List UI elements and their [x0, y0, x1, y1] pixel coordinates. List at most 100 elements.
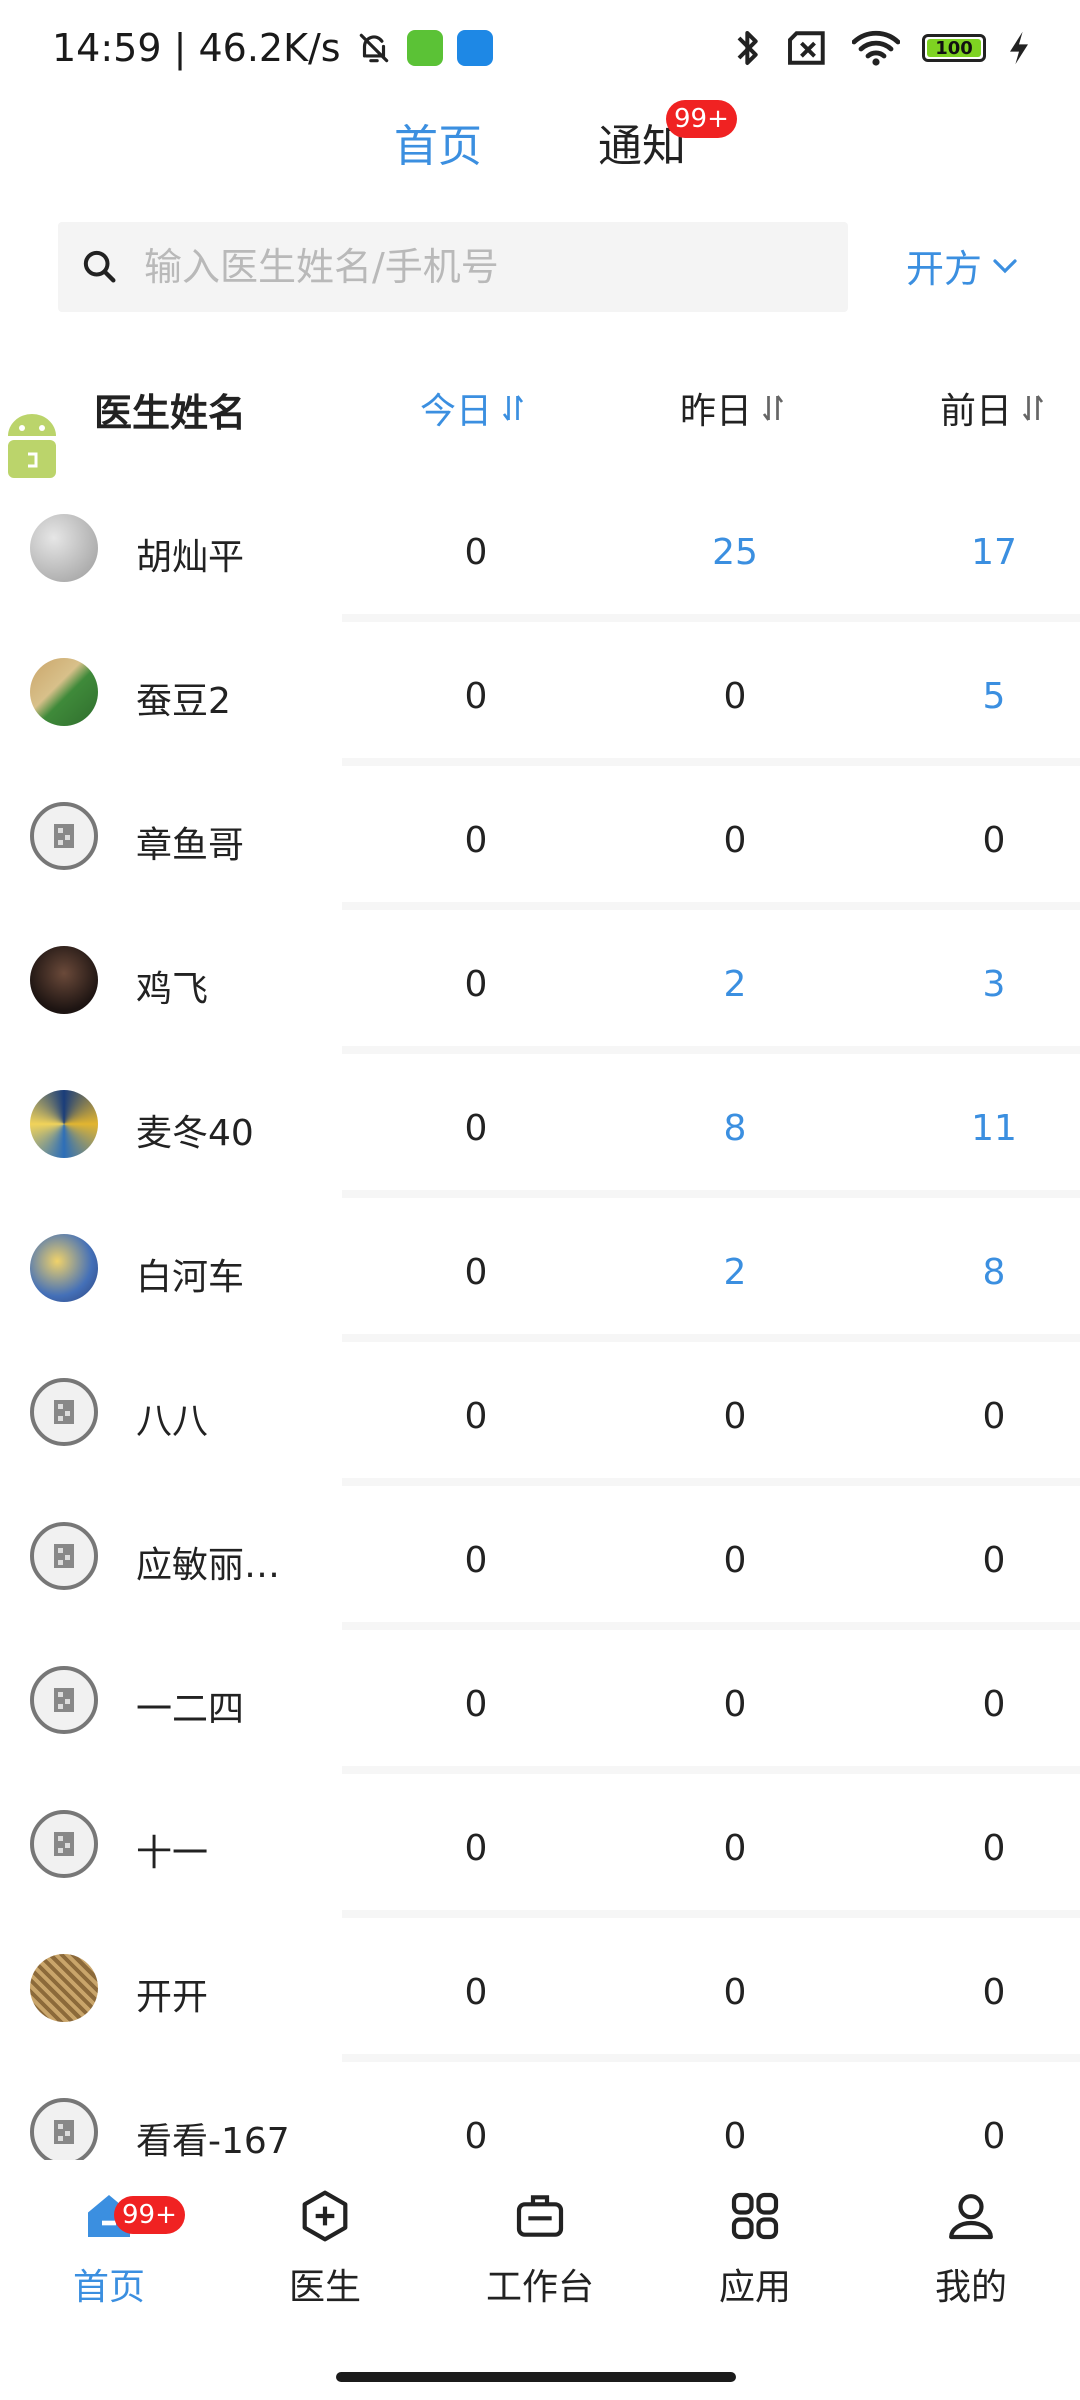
day-before-count[interactable]: 3	[934, 964, 1054, 1005]
day-before-count[interactable]: 5	[934, 676, 1054, 717]
tab-home[interactable]: 首页	[394, 110, 482, 174]
today-count: 0	[464, 1540, 488, 1581]
row-divider	[342, 1622, 1080, 1630]
table-row[interactable]: 白河车 0 2 8	[0, 1198, 1080, 1342]
table-row[interactable]: 麦冬40 0 8 11	[0, 1054, 1080, 1198]
doctor-name: 鸡飞	[136, 969, 209, 1010]
header-yesterday[interactable]: 昨日	[680, 382, 786, 434]
day-before-count[interactable]: 11	[934, 1108, 1054, 1149]
yesterday-count: 0	[723, 1972, 747, 2013]
prescribe-label: 开方	[906, 247, 983, 291]
nav-workbench[interactable]: 工作台	[465, 2188, 615, 2310]
top-tabs: 首页 通知 99+	[0, 100, 1080, 190]
home-indicator	[336, 2372, 736, 2382]
nav-apps[interactable]: 应用	[680, 2188, 830, 2310]
user-icon	[949, 2194, 993, 2240]
wifi-icon	[852, 30, 900, 66]
yesterday-count: 0	[723, 676, 747, 717]
day-before-count: 0	[982, 1972, 1006, 2013]
avatar	[30, 802, 98, 870]
header-day-before[interactable]: 前日	[940, 382, 1046, 434]
nav-home-label: 首页	[72, 2267, 145, 2308]
nav-home-badge: 99+	[114, 2196, 185, 2234]
day-before-count: 0	[982, 1684, 1006, 1725]
avatar	[30, 1090, 98, 1158]
table-row[interactable]: 八八 0 0 0	[0, 1342, 1080, 1486]
doctor-name: 一二四	[136, 1689, 245, 1730]
status-bar: 14:59 | 46.2K/s 100	[0, 0, 1080, 100]
table-row[interactable]: 章鱼哥 0 0 0	[0, 766, 1080, 910]
table-row[interactable]: 蚕豆2 0 0 5	[0, 622, 1080, 766]
doctor-name: 蚕豆2	[136, 681, 231, 722]
row-divider	[342, 1334, 1080, 1342]
yesterday-count: 0	[723, 820, 747, 861]
today-count: 0	[464, 1684, 488, 1725]
doctor-table: 胡灿平 0 25 17 蚕豆2 0 0 5 章鱼哥 0 0 0 鸡飞 0 2 3 麦冬40 0 8 11 白河车 0 2 8 八…	[0, 478, 1080, 2206]
table-row[interactable]: 开开 0 0 0	[0, 1918, 1080, 2062]
day-before-count: 0	[982, 1540, 1006, 1581]
nav-doctors-label: 医生	[288, 2267, 361, 2308]
yesterday-count[interactable]: 25	[675, 532, 795, 573]
today-count: 0	[464, 1828, 488, 1869]
battery-icon: 100	[922, 34, 986, 62]
avatar	[30, 2098, 98, 2166]
doctor-name: 看看-167	[136, 2121, 290, 2162]
briefcase-icon	[516, 2195, 564, 2237]
header-yesterday-label: 昨日	[680, 391, 753, 432]
doctor-name: 开开	[136, 1977, 209, 2018]
table-row[interactable]: 十一 0 0 0	[0, 1774, 1080, 1918]
table-row[interactable]: 一二四 0 0 0	[0, 1630, 1080, 1774]
today-count: 0	[464, 1252, 488, 1293]
table-row[interactable]: 胡灿平 0 25 17	[0, 478, 1080, 622]
header-doctor-name: 医生姓名	[94, 391, 247, 435]
row-divider	[342, 1478, 1080, 1486]
day-before-count[interactable]: 17	[934, 532, 1054, 573]
day-before-count: 0	[982, 2116, 1006, 2157]
today-count: 0	[464, 2116, 488, 2157]
prescribe-dropdown[interactable]: 开方	[906, 238, 1020, 293]
doctor-name: 应敏丽…	[136, 1545, 281, 1586]
day-before-count: 0	[982, 820, 1006, 861]
day-before-count: 0	[982, 1396, 1006, 1437]
avatar	[30, 1954, 98, 2022]
bluetooth-icon	[737, 31, 758, 65]
doctor-name: 麦冬40	[136, 1113, 254, 1154]
yesterday-count[interactable]: 2	[675, 1252, 795, 1293]
sort-icon	[502, 395, 524, 421]
app-notification-icon	[406, 30, 443, 66]
yesterday-count[interactable]: 8	[675, 1108, 795, 1149]
doctor-name: 章鱼哥	[136, 825, 245, 866]
header-today[interactable]: 今日	[420, 382, 526, 434]
sort-icon	[762, 395, 784, 421]
nav-doctors[interactable]: 医生	[250, 2188, 400, 2310]
row-divider	[342, 758, 1080, 766]
charging-bolt-icon	[1010, 31, 1028, 65]
doctor-name: 胡灿平	[136, 537, 245, 578]
search-input[interactable]	[144, 222, 848, 312]
apps-grid-icon	[731, 2192, 779, 2240]
table-row[interactable]: 应敏丽… 0 0 0	[0, 1486, 1080, 1630]
sort-icon	[1022, 395, 1044, 421]
today-count: 0	[464, 964, 488, 1005]
day-before-count[interactable]: 8	[934, 1252, 1054, 1293]
avatar	[30, 946, 98, 1014]
tab-home-label: 首页	[394, 121, 482, 172]
notification-badge: 99+	[666, 100, 737, 138]
table-row[interactable]: 鸡飞 0 2 3	[0, 910, 1080, 1054]
today-count: 0	[464, 1108, 488, 1149]
tab-notifications[interactable]: 通知 99+	[598, 100, 737, 174]
nav-workbench-label: 工作台	[485, 2267, 594, 2308]
avatar	[30, 1810, 98, 1878]
yesterday-count[interactable]: 2	[675, 964, 795, 1005]
row-divider	[342, 1910, 1080, 1918]
row-divider	[342, 2054, 1080, 2062]
day-before-count: 0	[982, 1828, 1006, 1869]
nav-profile-label: 我的	[934, 2267, 1007, 2308]
nav-profile[interactable]: 我的	[896, 2188, 1046, 2310]
nav-home[interactable]: 99+ 首页	[34, 2188, 185, 2310]
battery-level: 100	[935, 37, 973, 59]
table-header: 医生姓名 今日 昨日 前日	[0, 370, 1080, 450]
bottom-nav: 99+ 首页 医生 工作台 应用 我的	[0, 2160, 1080, 2330]
avatar	[30, 1666, 98, 1734]
yesterday-count: 0	[723, 1540, 747, 1581]
